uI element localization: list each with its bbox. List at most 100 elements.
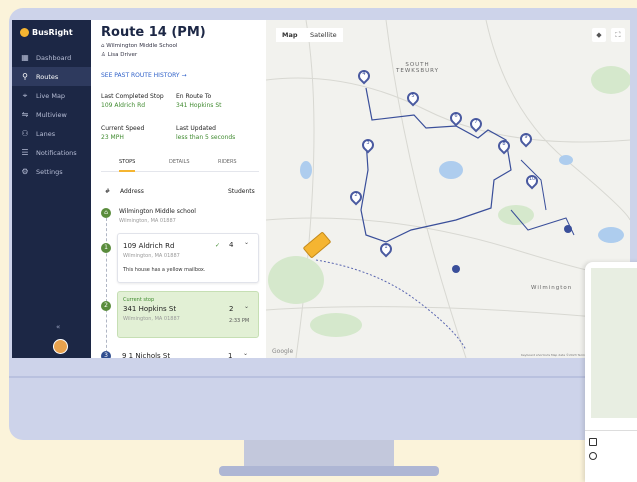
monitor-base (219, 466, 439, 476)
tab-details[interactable]: DETAILS (169, 159, 190, 165)
sidebar-item-label: Routes (36, 72, 59, 81)
sidebar-item-settings[interactable]: ⚙ Settings (12, 162, 91, 181)
sidebar-item-dashboard[interactable]: ▦ Dashboard (12, 48, 91, 67)
school-pin-icon[interactable] (452, 265, 460, 273)
sidebar-item-multiview[interactable]: ⇋ Multiview (12, 105, 91, 124)
sidebar-item-notifications[interactable]: ☰ Notifications (12, 143, 91, 162)
sidebar-item-label: Multiview (36, 110, 67, 119)
bell-icon: ☰ (21, 148, 29, 157)
school-name: Wilmington Middle School (106, 43, 178, 49)
current-stop-card[interactable]: Current stop 341 Hopkins St Wilmington, … (117, 291, 259, 338)
student-count: 2 (229, 305, 234, 313)
chevron-down-icon[interactable]: ⌄ (243, 350, 248, 357)
map-town-label: Wilmington (531, 285, 573, 291)
pin-number: 9 (524, 134, 528, 140)
phone-clock-icon (589, 452, 597, 460)
stop-number-badge: 1 (101, 243, 111, 253)
sidebar-item-label: Lanes (36, 129, 56, 138)
speed-value: 23 MPH (101, 134, 124, 141)
stop-number-badge: 2 (101, 301, 111, 311)
school-line: ⌂ Wilmington Middle School (101, 43, 178, 49)
phone-preview (585, 262, 637, 482)
eta-time: 2:33 PM (229, 318, 250, 324)
brand-logo[interactable]: BusRight (20, 28, 73, 37)
col-students: Students (228, 188, 255, 195)
enroute-label: En Route To (176, 93, 212, 100)
col-number: # (105, 188, 111, 195)
pin-number: 7 (474, 119, 478, 125)
route-history-link[interactable]: SEE PAST ROUTE HISTORY → (101, 72, 187, 79)
map-pin-icon: ⌖ (22, 90, 28, 100)
school-stop-address: Wilmington, MA 01887 (119, 218, 176, 224)
phone-bus-icon (589, 438, 597, 446)
map-town-label: SOUTH TEWKSBURY (396, 62, 439, 74)
school-icon: ⌂ (101, 208, 111, 218)
tab-stops[interactable]: STOPS (119, 159, 136, 172)
phone-divider (585, 430, 637, 431)
collapse-icon[interactable]: « (56, 323, 60, 331)
chevron-down-icon[interactable]: ⌄ (244, 239, 249, 246)
sidebar-item-label: Dashboard (36, 53, 72, 62)
route-line (360, 87, 512, 243)
stop-address: 341 Hopkins St (123, 305, 177, 313)
bus-icon: ⚇ (21, 129, 29, 138)
sidebar-item-label: Notifications (36, 148, 77, 157)
pin-number: 5 (411, 93, 415, 99)
layers-icon[interactable]: ◆ (592, 28, 606, 42)
pin-number: 1 (384, 244, 388, 250)
check-icon: ✓ (215, 242, 221, 249)
sidebar: BusRight ▦ Dashboard ⚲ Routes ⌖ Live Map ⇋ Mult… (12, 20, 91, 358)
map-canvas (266, 20, 630, 358)
brand-name: BusRight (32, 28, 73, 37)
grid-icon: ▦ (21, 53, 29, 62)
google-logo: Google (272, 348, 294, 355)
fullscreen-icon[interactable]: ⛶ (611, 28, 625, 42)
route-map[interactable]: Map Satellite ◆ ⛶ SOUTH TEWKSBURY Wilmin… (266, 20, 630, 358)
users-icon: ⇋ (21, 110, 29, 119)
speed-label: Current Speed (101, 125, 145, 132)
map-view-button[interactable]: Map (276, 28, 304, 42)
sidebar-nav: ▦ Dashboard ⚲ Routes ⌖ Live Map ⇋ Multiview ⚇ Lan… (12, 48, 91, 181)
gear-icon: ⚙ (21, 167, 29, 176)
sidebar-item-routes[interactable]: ⚲ Routes (12, 67, 91, 86)
driver-name: Lisa Driver (107, 52, 138, 58)
col-address: Address (120, 188, 144, 195)
current-stop-tag: Current stop (123, 297, 155, 303)
pin-number: 10 (528, 176, 536, 182)
bezel-cover (91, 358, 266, 368)
route-icon: ⚲ (22, 72, 28, 81)
monitor-stand (244, 440, 394, 468)
route-tabs: STOPS DETAILS RIDERS (101, 157, 259, 172)
page-title: Route 14 (PM) (101, 25, 206, 40)
route-timeline (106, 218, 107, 358)
stop-note: This house has a yellow mailbox. (123, 267, 206, 273)
sidebar-item-lanes[interactable]: ⚇ Lanes (12, 124, 91, 143)
school-pin-icon[interactable] (564, 225, 572, 233)
stop-address: 109 Aldrich Rd (123, 242, 175, 250)
chevron-down-icon[interactable]: ⌄ (244, 303, 249, 310)
pin-number: 4 (362, 71, 366, 77)
pin-number: 2 (354, 192, 358, 198)
last-completed-label: Last Completed Stop (101, 93, 164, 100)
phone-map (591, 268, 637, 418)
sidebar-item-live-map[interactable]: ⌖ Live Map (12, 86, 91, 105)
last-completed-value: 109 Aldrich Rd (101, 102, 146, 109)
logo-mark-icon (20, 28, 29, 37)
pin-number: 3 (366, 140, 370, 146)
updated-value: less than 5 seconds (176, 134, 236, 141)
tab-riders[interactable]: RIDERS (218, 159, 237, 165)
stop-card[interactable]: 109 Aldrich Rd Wilmington, MA 01887 ✓ 4 … (117, 233, 259, 283)
sidebar-item-label: Live Map (36, 91, 66, 100)
enroute-value: 341 Hopkins St (176, 102, 222, 109)
stop-city: Wilmington, MA 01887 (123, 253, 180, 259)
school-stop-name: Wilmington Middle school (119, 208, 196, 215)
pin-number: 6 (454, 113, 458, 119)
pin-number: 8 (502, 141, 506, 147)
student-count: 4 (229, 241, 234, 249)
satellite-view-button[interactable]: Satellite (304, 28, 343, 42)
updated-label: Last Updated (176, 125, 216, 132)
sidebar-item-label: Settings (36, 167, 63, 176)
monitor-chin (9, 376, 637, 378)
stop-city: Wilmington, MA 01887 (123, 316, 180, 322)
avatar[interactable] (53, 339, 68, 354)
